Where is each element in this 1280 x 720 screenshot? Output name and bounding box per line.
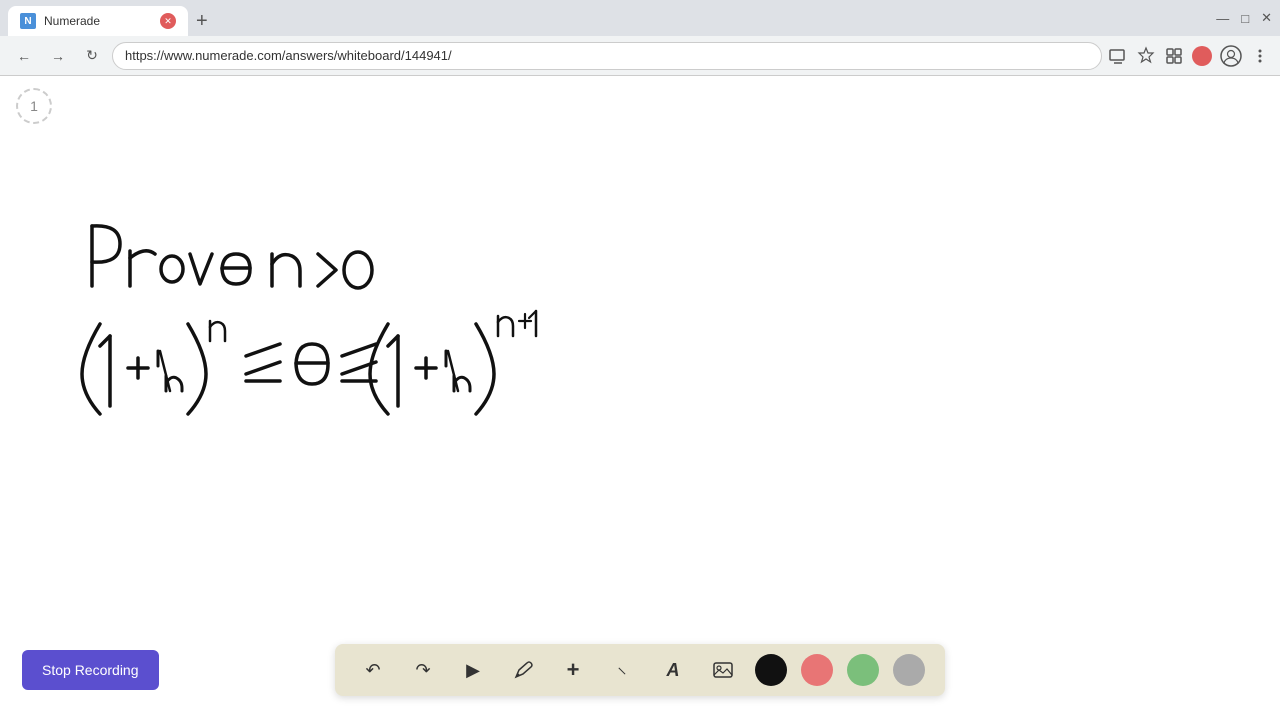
close-btn[interactable]: ✕ (1261, 10, 1272, 26)
maximize-btn[interactable]: □ (1241, 11, 1249, 26)
window-controls: — □ ✕ (1216, 10, 1272, 26)
color-gray[interactable] (893, 654, 925, 686)
undo-btn[interactable]: ↶ (355, 652, 391, 688)
add-btn[interactable]: + (555, 652, 591, 688)
image-btn[interactable] (705, 652, 741, 688)
pen-icon (512, 659, 534, 681)
address-bar[interactable]: https://www.numerade.com/answers/whitebo… (112, 42, 1102, 70)
title-bar: N Numerade ✕ + — □ ✕ (0, 0, 1280, 36)
content-area: 1 (0, 76, 1280, 720)
image-icon (712, 659, 734, 681)
toolbar: ↶ ↷ ▶ + ⎯ A (335, 644, 945, 696)
nav-bar: ← → ↻ https://www.numerade.com/answers/w… (0, 36, 1280, 76)
minimize-btn[interactable]: — (1216, 11, 1229, 26)
color-red[interactable] (801, 654, 833, 686)
screencast-icon[interactable] (1108, 46, 1128, 66)
pen-btn[interactable] (505, 652, 541, 688)
bookmark-icon[interactable] (1136, 46, 1156, 66)
profile-icon[interactable] (1220, 45, 1242, 67)
recording-indicator (1192, 46, 1212, 66)
tab-bar: N Numerade ✕ + (8, 0, 216, 36)
page-badge: 1 (16, 88, 52, 124)
color-black[interactable] (755, 654, 787, 686)
new-tab-btn[interactable]: + (188, 6, 216, 36)
nav-icons (1108, 45, 1270, 67)
eraser-btn[interactable]: ⎯ (598, 645, 649, 696)
extension-icon[interactable] (1164, 46, 1184, 66)
active-tab[interactable]: N Numerade ✕ (8, 6, 188, 36)
menu-icon[interactable] (1250, 46, 1270, 66)
refresh-btn[interactable]: ↻ (78, 42, 106, 70)
forward-btn[interactable]: → (44, 42, 72, 70)
tab-title: Numerade (44, 14, 152, 28)
browser-frame: N Numerade ✕ + — □ ✕ ← → ↻ https://www.n… (0, 0, 1280, 720)
color-green[interactable] (847, 654, 879, 686)
stop-recording-btn[interactable]: Stop Recording (22, 650, 159, 690)
tab-close-btn[interactable]: ✕ (160, 13, 176, 29)
select-btn[interactable]: ▶ (455, 652, 491, 688)
tab-favicon: N (20, 13, 36, 29)
text-btn[interactable]: A (655, 652, 691, 688)
math-content (40, 196, 860, 416)
back-btn[interactable]: ← (10, 42, 38, 70)
redo-btn[interactable]: ↷ (405, 652, 441, 688)
